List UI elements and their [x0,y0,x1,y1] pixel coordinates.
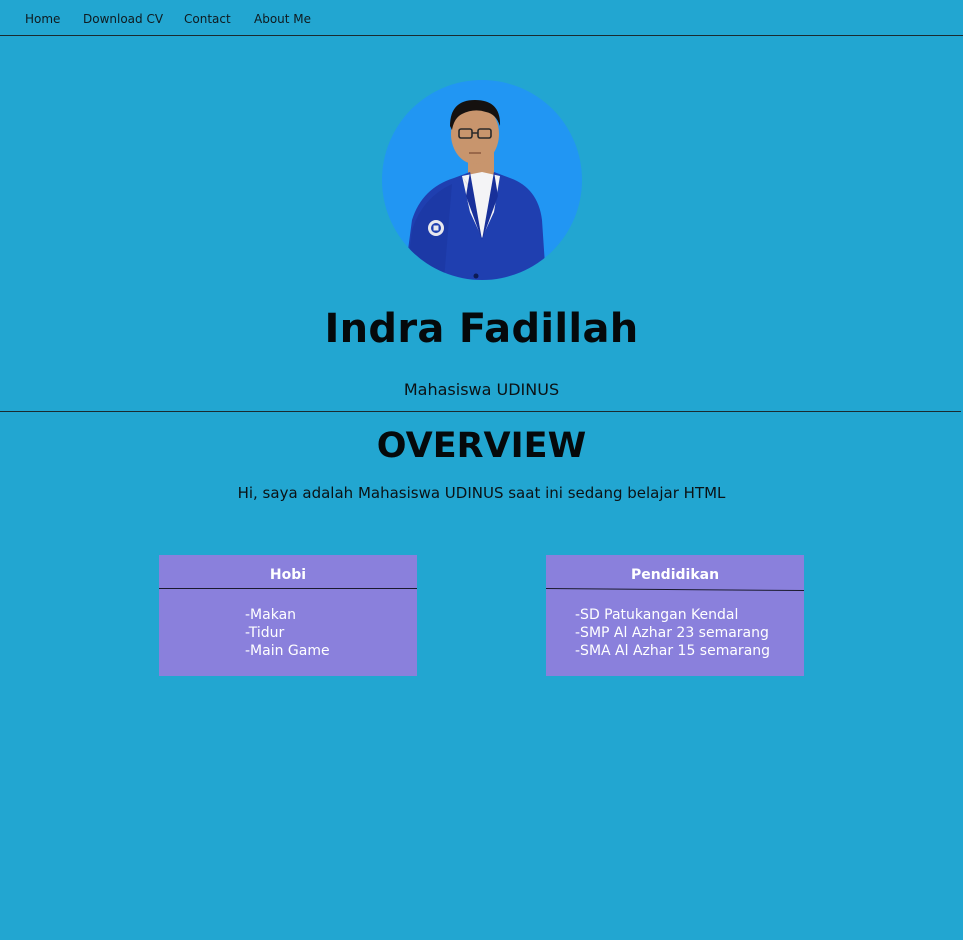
profile-photo-icon [404,100,546,280]
profile-subtitle: Mahasiswa UDINUS [403,380,560,399]
nav-contact-link[interactable]: Contact [184,12,231,26]
pendidikan-list-item: -SMP Al Azhar 23 semarang [575,625,769,641]
nav-about-me-link[interactable]: About Me [254,12,311,26]
pendidikan-list: -SD Patukangan Kendal -SMP Al Azhar 23 s… [575,606,770,660]
hobi-list-item: -Tidur [245,625,285,641]
pendidikan-list-item: -SD Patukangan Kendal [575,607,739,623]
nav-download-cv-link[interactable]: Download CV [83,12,163,26]
pendidikan-list-item: -SMA Al Azhar 15 semarang [575,643,771,659]
hobi-list-item: -Makan [245,607,297,623]
hobi-card-title: Hobi [269,567,307,583]
section-divider [0,411,961,412]
nav-home-link[interactable]: Home [25,12,60,26]
hobi-list-item: -Main Game [245,643,330,659]
hobi-list: -Makan -Tidur -Main Game [245,606,330,660]
hobi-card: Hobi -Makan -Tidur -Main Game [159,555,417,676]
profile-name: Indra Fadillah [324,306,639,352]
pendidikan-card: Pendidikan -SD Patukangan Kendal -SMP Al… [545,555,804,676]
pendidikan-card-divider [545,588,804,592]
overview-text: Hi, saya adalah Mahasiswa UDINUS saat in… [237,484,726,502]
overview-title: OVERVIEW [376,426,587,466]
top-nav: Home Download CV Contact About Me [0,0,963,36]
profile-avatar [382,80,582,280]
pendidikan-card-title: Pendidikan [630,567,720,583]
hobi-card-divider [159,588,417,589]
